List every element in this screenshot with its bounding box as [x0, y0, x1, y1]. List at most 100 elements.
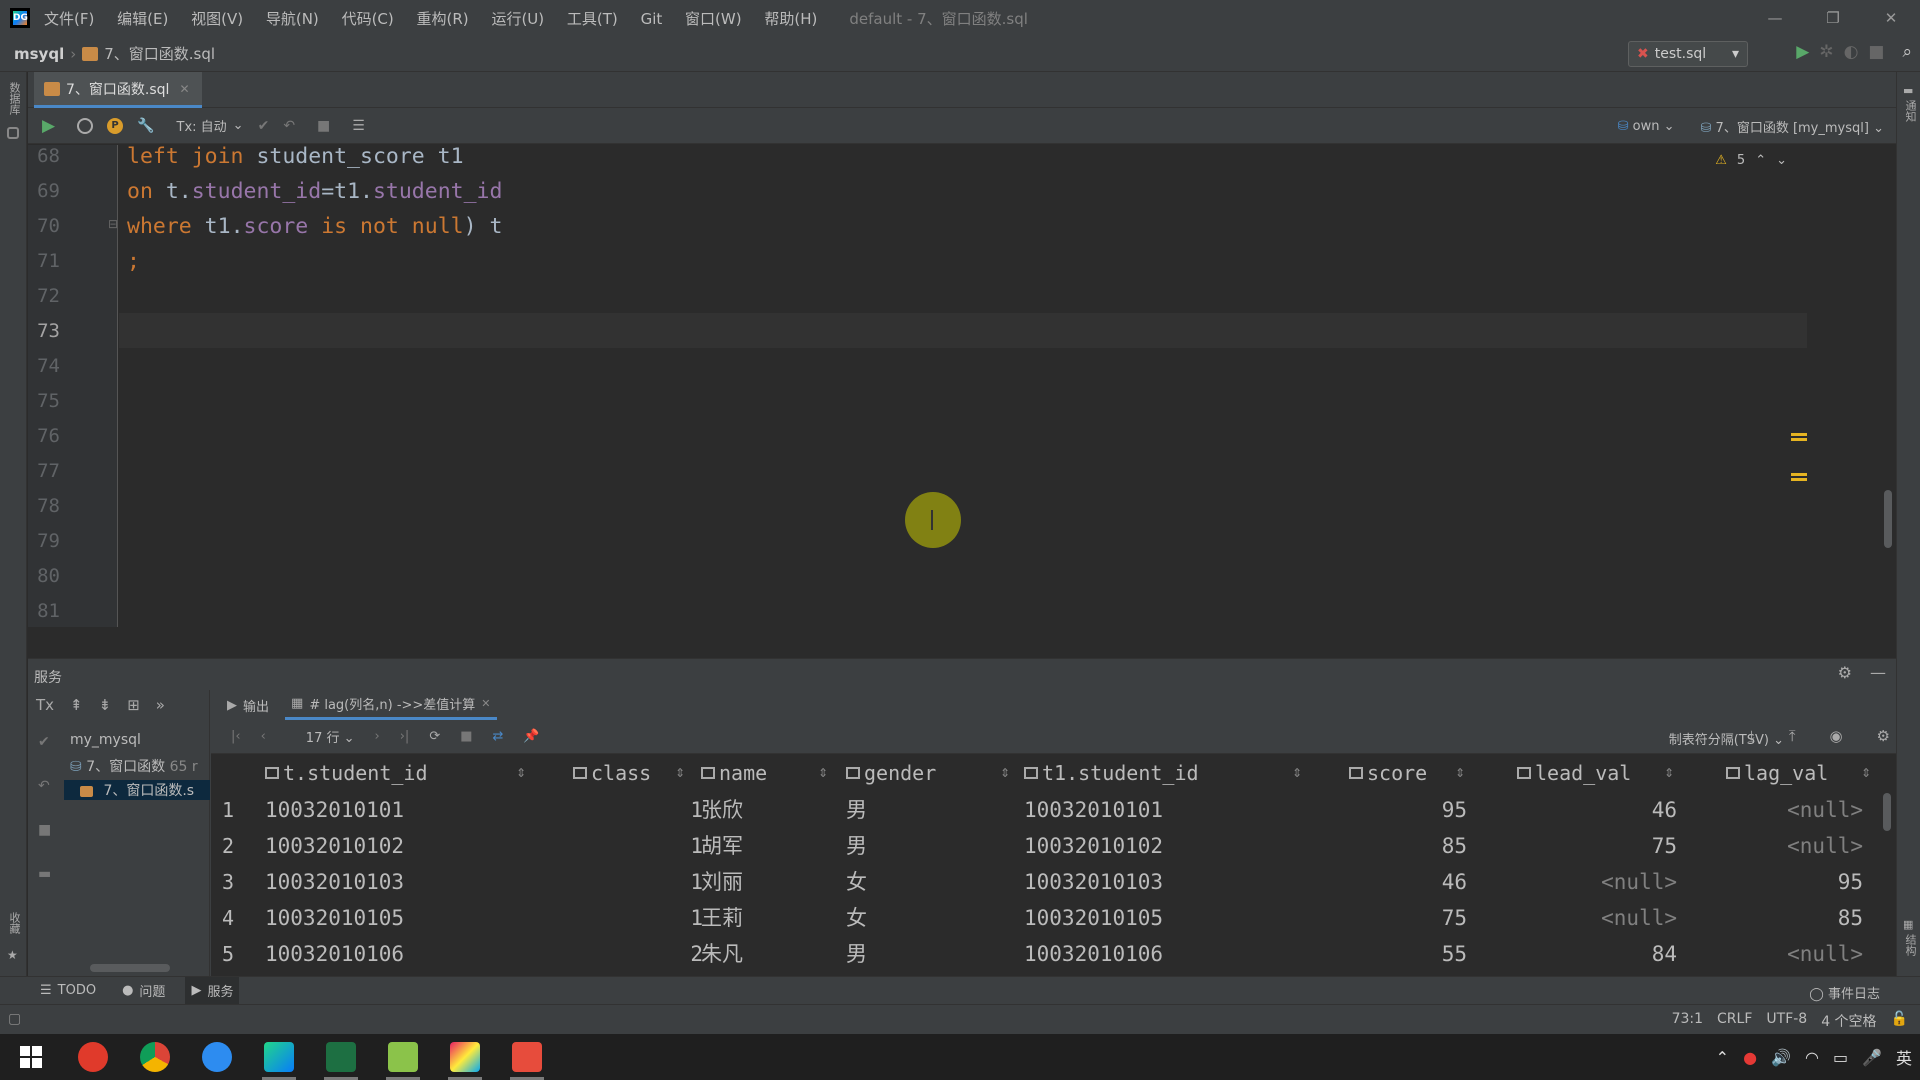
sort-icon[interactable]: ⇕	[818, 766, 828, 780]
cell-lead-val[interactable]: 75	[1517, 828, 1677, 864]
cell-student-id[interactable]: 10032010102	[265, 828, 404, 864]
tab-close-icon[interactable]: ✕	[481, 697, 490, 710]
sort-icon[interactable]: ⇕	[1455, 766, 1465, 780]
menu-tools[interactable]: 工具(T)	[567, 10, 618, 28]
structure-tool-tab[interactable]: 结构	[1902, 934, 1918, 956]
stop-icon[interactable]: ■	[460, 729, 472, 744]
editor-tab-active[interactable]: 7、窗口函数.sql ✕	[34, 72, 202, 108]
lock-icon[interactable]: 🔓	[1891, 1011, 1908, 1031]
taskbar-app-datagrip[interactable]	[248, 1034, 310, 1080]
expand-all-icon[interactable]: ⇞	[70, 696, 83, 714]
chevron-up-icon[interactable]: ⌃	[1716, 1048, 1729, 1067]
cell-gender[interactable]: 男	[846, 936, 867, 972]
tab-output[interactable]: ▶ 输出	[227, 690, 269, 720]
taskbar-app-chart[interactable]	[372, 1034, 434, 1080]
commit-icon[interactable]: ✔	[38, 734, 51, 750]
taskbar-app-excel[interactable]	[310, 1034, 372, 1080]
record-icon[interactable]: ●	[1743, 1048, 1757, 1067]
menu-navigate[interactable]: 导航(N)	[266, 10, 319, 28]
coverage-icon[interactable]: ◐	[1844, 42, 1859, 62]
chevron-up-icon[interactable]: ⌃	[1755, 153, 1766, 168]
editor-scrollbar[interactable]	[1884, 490, 1892, 548]
cell-lag-val[interactable]: <null>	[1701, 936, 1863, 972]
cell-lag-val[interactable]: <null>	[1701, 828, 1863, 864]
settings-wrench-icon[interactable]: 🔧	[137, 118, 154, 134]
file-encoding[interactable]: UTF-8	[1766, 1011, 1807, 1031]
prev-page-icon[interactable]: ‹	[261, 729, 266, 744]
tree-item-session[interactable]: ⛁ 7、窗口函数 65 r	[70, 756, 198, 776]
column-header-class[interactable]: class	[573, 755, 651, 791]
cell-lag-val[interactable]: 95	[1701, 864, 1863, 900]
menu-run[interactable]: 运行(U)	[491, 10, 544, 28]
cell-class[interactable]: 1	[573, 792, 703, 828]
cell-student-id[interactable]: 10032010103	[265, 864, 404, 900]
layout-icon[interactable]: ▬	[38, 866, 51, 882]
cell-class[interactable]: 1	[573, 900, 703, 936]
stop-icon[interactable]: ■	[1868, 42, 1884, 62]
cell-lead-val[interactable]: <null>	[1517, 900, 1677, 936]
history-icon[interactable]	[77, 117, 94, 134]
output-layout-icon[interactable]: ☰	[352, 118, 365, 134]
start-button[interactable]	[0, 1034, 62, 1080]
cell-score[interactable]: 85	[1349, 828, 1467, 864]
next-page-icon[interactable]: ›	[375, 729, 380, 744]
taskbar-app-g[interactable]	[62, 1034, 124, 1080]
cell-gender[interactable]: 男	[846, 792, 867, 828]
cell-t1-student-id[interactable]: 10032010106	[1024, 936, 1163, 972]
pin-icon[interactable]: 📌	[523, 729, 539, 744]
execute-icon[interactable]: ▶	[42, 116, 55, 136]
indent-setting[interactable]: 4 个空格	[1821, 1011, 1876, 1031]
services-tool-button[interactable]: ▶ 服务	[185, 976, 240, 1005]
caret-position[interactable]: 73:1	[1672, 1011, 1703, 1031]
warning-marker[interactable]	[1791, 433, 1807, 436]
network-icon[interactable]: ◠	[1805, 1048, 1819, 1067]
column-header-name[interactable]: name	[701, 755, 767, 791]
line-separator[interactable]: CRLF	[1717, 1011, 1752, 1031]
column-header-lag-val[interactable]: lag_val	[1726, 755, 1828, 791]
menu-window[interactable]: 窗口(W)	[685, 10, 742, 28]
cell-name[interactable]: 张欣	[701, 792, 743, 828]
breadcrumb-file[interactable]: 7、窗口函数.sql	[104, 43, 215, 64]
explain-plan-icon[interactable]: P	[107, 117, 124, 134]
cell-class[interactable]: 2	[573, 936, 703, 972]
search-icon[interactable]: ⌕	[1902, 42, 1912, 62]
refresh-icon[interactable]: ⟳	[429, 729, 440, 744]
cell-score[interactable]: 75	[1349, 900, 1467, 936]
row-count-select[interactable]: 17 行 ⌄	[286, 727, 355, 746]
cell-name[interactable]: 朱凡	[701, 936, 743, 972]
inspection-widget[interactable]: ⚠ 5 ⌃ ⌄	[1715, 153, 1787, 168]
cell-class[interactable]: 1	[573, 828, 703, 864]
code-editor[interactable]: left join student_score t1 on t.student_…	[119, 144, 1807, 627]
tab-result[interactable]: ▦ # lag(列名,n) ->>差值计算 ✕	[285, 690, 497, 720]
fold-icon[interactable]: ⊟	[108, 217, 118, 231]
more-icon[interactable]: »	[156, 696, 165, 714]
panel-toggle-icon[interactable]: ▢	[8, 1011, 21, 1027]
taskbar-app-chrome[interactable]	[124, 1034, 186, 1080]
sort-icon[interactable]: ⇕	[516, 766, 526, 780]
tree-item-console[interactable]: 7、窗口函数.s	[64, 780, 210, 800]
menu-help[interactable]: 帮助(H)	[764, 10, 817, 28]
volume-icon[interactable]: 🔊	[1771, 1048, 1791, 1067]
breadcrumb-project[interactable]: msyql	[14, 45, 64, 63]
rollback-icon[interactable]: ↶	[283, 118, 295, 134]
sort-icon[interactable]: ⇕	[1861, 766, 1871, 780]
download-icon[interactable]: ⤓	[1748, 727, 1755, 745]
warning-marker[interactable]	[1791, 478, 1807, 481]
run-config-select[interactable]: ✖ test.sql ▾	[1628, 41, 1748, 67]
cell-class[interactable]: 1	[573, 864, 703, 900]
todo-tool-button[interactable]: ☰ TODO	[34, 977, 102, 1005]
tree-scrollbar[interactable]	[90, 964, 170, 972]
tab-close-icon[interactable]: ✕	[179, 82, 189, 96]
cell-score[interactable]: 46	[1349, 864, 1467, 900]
run-icon[interactable]: ▶	[1796, 42, 1809, 62]
cell-score[interactable]: 55	[1349, 936, 1467, 972]
cell-name[interactable]: 王莉	[701, 900, 743, 936]
eye-icon[interactable]: ◉	[1829, 727, 1842, 745]
cell-t1-student-id[interactable]: 10032010103	[1024, 864, 1163, 900]
schema-select[interactable]: ⛁ own ⌄	[1618, 119, 1675, 134]
restore-icon[interactable]: ❐	[1804, 0, 1862, 36]
first-page-icon[interactable]: |‹	[231, 729, 241, 744]
menu-refactor[interactable]: 重构(R)	[417, 10, 469, 28]
menu-edit[interactable]: 编辑(E)	[117, 10, 168, 28]
cell-lead-val[interactable]: 84	[1517, 936, 1677, 972]
